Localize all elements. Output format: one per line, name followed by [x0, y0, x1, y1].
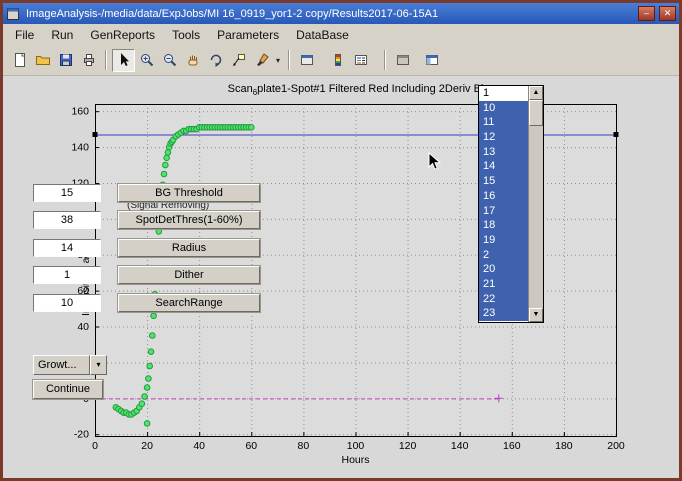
figure-area: 020406080100120140160180200-200204060801…: [3, 76, 679, 478]
figure-window-icon[interactable]: [295, 49, 318, 72]
app-icon: [6, 7, 20, 21]
bg-threshold-button[interactable]: BG Threshold: [118, 184, 260, 202]
listbox-items: 1 10 11 12 13 14 15 16 17 18 19 2 20 21 …: [479, 86, 528, 322]
listbox-item[interactable]: 11: [479, 115, 528, 130]
title-bar: ImageAnalysis-/media/data/ExpJobs/MI 16_…: [3, 3, 679, 24]
rotate-3d-icon[interactable]: [204, 49, 227, 72]
hide-plot-tools-icon[interactable]: [391, 49, 414, 72]
app-window: ImageAnalysis-/media/data/ExpJobs/MI 16_…: [0, 0, 682, 481]
svg-text:Hours: Hours: [341, 454, 369, 466]
spotdetthres-input[interactable]: 38: [33, 211, 101, 229]
scroll-up-icon[interactable]: ▲: [529, 86, 543, 100]
continue-button[interactable]: Continue: [33, 380, 103, 399]
listbox-item[interactable]: 1: [479, 86, 528, 101]
svg-text:40: 40: [193, 440, 205, 452]
listbox-item[interactable]: 23: [479, 306, 528, 321]
growth-dropdown-value[interactable]: Growt...: [33, 355, 90, 375]
menu-item-parameters[interactable]: Parameters: [217, 28, 279, 42]
scrollbar-thumb[interactable]: [529, 100, 543, 126]
menu-item-tools[interactable]: Tools: [172, 28, 200, 42]
menu-bar: File Run GenReports Tools Parameters Dat…: [3, 24, 679, 45]
svg-text:80: 80: [298, 440, 310, 452]
menu-item-file[interactable]: File: [15, 28, 34, 42]
svg-text:160: 160: [503, 440, 521, 452]
svg-text:20: 20: [141, 440, 153, 452]
new-document-icon[interactable]: [8, 49, 31, 72]
insert-colorbar-icon[interactable]: [326, 49, 349, 72]
svg-text:200: 200: [607, 440, 625, 452]
listbox-item[interactable]: 19: [479, 233, 528, 248]
dither-input[interactable]: 1: [33, 266, 101, 284]
svg-text:-20: -20: [74, 429, 89, 441]
menu-item-database[interactable]: DataBase: [296, 28, 349, 42]
listbox-item[interactable]: 18: [479, 218, 528, 233]
listbox-item[interactable]: 16: [479, 189, 528, 204]
listbox-item[interactable]: 12: [479, 130, 528, 145]
close-button[interactable]: ✕: [659, 6, 676, 21]
menu-item-genreports[interactable]: GenReports: [90, 28, 155, 42]
dither-button[interactable]: Dither: [118, 266, 260, 284]
brush-dropdown-caret[interactable]: ▾: [273, 56, 283, 65]
minimize-button[interactable]: –: [638, 6, 655, 21]
svg-text:60: 60: [245, 440, 257, 452]
searchrange-input[interactable]: 10: [33, 294, 101, 312]
radius-button[interactable]: Radius: [118, 239, 260, 257]
svg-text:160: 160: [71, 106, 89, 118]
chevron-down-icon[interactable]: ▾: [90, 355, 107, 375]
radius-input[interactable]: 14: [33, 239, 101, 257]
svg-text:100: 100: [347, 440, 365, 452]
svg-text:140: 140: [451, 440, 469, 452]
open-folder-icon[interactable]: [31, 49, 54, 72]
listbox-item[interactable]: 22: [479, 292, 528, 307]
data-cursor-icon[interactable]: [227, 49, 250, 72]
listbox-scrollbar[interactable]: ▲ ▼: [528, 86, 543, 322]
menu-item-run[interactable]: Run: [51, 28, 73, 42]
svg-text:180: 180: [555, 440, 573, 452]
listbox-item[interactable]: 2: [479, 248, 528, 263]
listbox-item[interactable]: 10: [479, 101, 528, 116]
listbox-item[interactable]: 17: [479, 204, 528, 219]
spotdetthres-button[interactable]: SpotDetThres(1-60%): [118, 211, 260, 229]
listbox-item[interactable]: 20: [479, 262, 528, 277]
toolbar-separator: [384, 50, 386, 70]
number-listbox: 1 10 11 12 13 14 15 16 17 18 19 2 20 21 …: [478, 85, 544, 323]
searchrange-button[interactable]: SearchRange: [118, 294, 260, 312]
show-plot-tools-icon[interactable]: [420, 49, 443, 72]
zoom-in-icon[interactable]: [135, 49, 158, 72]
pan-hand-icon[interactable]: [181, 49, 204, 72]
growth-dropdown[interactable]: Growt... ▾: [33, 355, 107, 375]
listbox-item[interactable]: 14: [479, 159, 528, 174]
listbox-item[interactable]: 15: [479, 174, 528, 189]
toolbar-separator: [105, 50, 107, 70]
svg-text:140: 140: [71, 142, 89, 154]
bg-threshold-input[interactable]: 15: [33, 184, 101, 202]
arrow-cursor-icon[interactable]: [112, 49, 135, 72]
plot-svg[interactable]: 020406080100120140160180200-200204060801…: [3, 76, 679, 478]
window-title: ImageAnalysis-/media/data/ExpJobs/MI 16_…: [24, 8, 634, 20]
listbox-item[interactable]: 13: [479, 145, 528, 160]
toolbar-separator: [288, 50, 290, 70]
scroll-down-icon[interactable]: ▼: [529, 308, 543, 322]
save-icon[interactable]: [54, 49, 77, 72]
svg-text:120: 120: [399, 440, 417, 452]
svg-text:0: 0: [92, 440, 98, 452]
listbox-item[interactable]: 21: [479, 277, 528, 292]
zoom-out-icon[interactable]: [158, 49, 181, 72]
toolbar: ▾: [3, 45, 679, 76]
brush-icon[interactable]: [250, 49, 273, 72]
insert-legend-icon[interactable]: [349, 49, 372, 72]
print-icon[interactable]: [77, 49, 100, 72]
